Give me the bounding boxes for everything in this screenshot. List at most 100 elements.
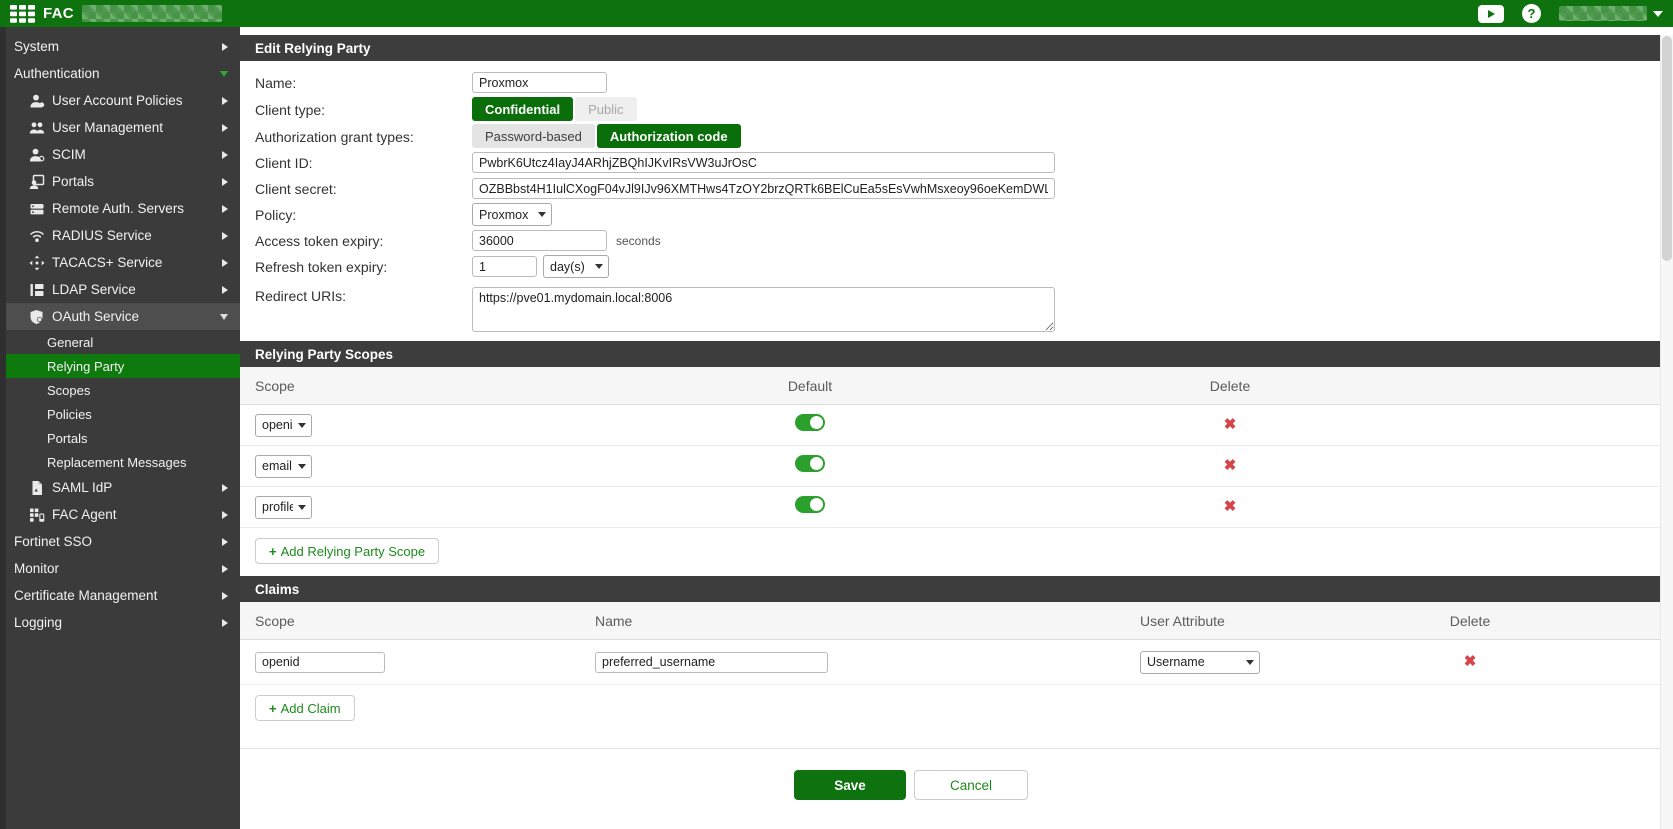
sidebar-item-system[interactable]: System xyxy=(6,33,240,60)
redacted-hostname xyxy=(82,5,222,22)
name-label: Name: xyxy=(255,74,472,91)
youtube-icon[interactable] xyxy=(1478,5,1504,23)
delete-icon[interactable]: ✖ xyxy=(1224,416,1237,433)
fac-agent-icon xyxy=(28,507,45,523)
sidebar-item-radius-service[interactable]: RADIUS Service xyxy=(6,222,240,249)
scopes-col-default: Default xyxy=(700,378,920,394)
claim-user-attribute-select[interactable]: Username xyxy=(1140,651,1260,674)
chevron-right-icon xyxy=(222,592,228,600)
app-header: FAC ? xyxy=(0,0,1673,27)
sidebar-item-oauth-replacement-messages[interactable]: Replacement Messages xyxy=(6,450,240,474)
sidebar-item-fortinet-sso[interactable]: Fortinet SSO xyxy=(6,528,240,555)
scope-select[interactable]: email xyxy=(255,455,312,478)
sidebar-item-fac-agent[interactable]: FAC Agent xyxy=(6,501,240,528)
radius-wifi-icon xyxy=(28,228,45,244)
redacted-username xyxy=(1559,6,1647,21)
relying-party-form: Name: Client type: Confidential Public A… xyxy=(240,61,1660,341)
client-secret-label: Client secret: xyxy=(255,180,472,197)
redirect-uris-textarea[interactable]: https://pve01.mydomain.local:8006 xyxy=(472,287,1055,332)
chevron-right-icon xyxy=(222,565,228,573)
chevron-right-icon xyxy=(222,205,228,213)
plus-icon: + xyxy=(269,544,277,559)
sidebar-item-oauth-scopes[interactable]: Scopes xyxy=(6,378,240,402)
claims-table-header: Scope Name User Attribute Delete xyxy=(240,602,1660,640)
scope-row: profile ✖ xyxy=(240,487,1660,528)
cancel-button[interactable]: Cancel xyxy=(914,770,1028,800)
sidebar-item-oauth-relying-party[interactable]: Relying Party xyxy=(6,354,240,378)
sidebar-item-remote-auth-servers[interactable]: Remote Auth. Servers xyxy=(6,195,240,222)
chevron-down-icon xyxy=(220,71,228,77)
scope-select[interactable]: profile xyxy=(255,496,312,519)
claims-col-name: Name xyxy=(575,613,1120,629)
delete-icon[interactable]: ✖ xyxy=(1224,457,1237,474)
sidebar-item-saml-idp[interactable]: SAML IdP xyxy=(6,474,240,501)
claim-name-input[interactable] xyxy=(595,652,828,673)
sidebar-item-user-account-policies[interactable]: User Account Policies xyxy=(6,87,240,114)
sidebar-item-user-management[interactable]: User Management xyxy=(6,114,240,141)
main-content: Edit Relying Party Name: Client type: Co… xyxy=(240,27,1673,829)
chevron-right-icon xyxy=(222,619,228,627)
page-title: Edit Relying Party xyxy=(240,35,1660,61)
sidebar-item-certificate-management[interactable]: Certificate Management xyxy=(6,582,240,609)
policy-select[interactable]: Proxmox xyxy=(472,203,552,226)
client-type-confidential-button[interactable]: Confidential xyxy=(472,97,573,121)
scopes-table-header: Scope Default Delete xyxy=(240,367,1660,405)
sidebar-item-portals-auth[interactable]: Portals xyxy=(6,168,240,195)
claim-row: Username ✖ xyxy=(240,640,1660,685)
tacacs-icon xyxy=(28,255,45,271)
claims-col-scope: Scope xyxy=(240,613,575,629)
default-toggle[interactable] xyxy=(795,496,825,513)
user-menu[interactable] xyxy=(1559,6,1663,21)
sidebar-item-oauth-general[interactable]: General xyxy=(6,330,240,354)
refresh-token-unit-select[interactable]: day(s) xyxy=(543,255,609,278)
footer-divider xyxy=(240,748,1660,749)
client-type-public-button[interactable]: Public xyxy=(575,97,636,121)
refresh-token-expiry-input[interactable] xyxy=(472,256,537,277)
claim-scope-input[interactable] xyxy=(255,652,385,673)
sidebar-item-oauth-service[interactable]: OAuth Service xyxy=(6,303,240,330)
default-toggle[interactable] xyxy=(795,455,825,472)
plus-icon: + xyxy=(269,701,277,716)
sidebar-item-tacacs-service[interactable]: TACACS+ Service xyxy=(6,249,240,276)
sidebar-item-oauth-portals[interactable]: Portals xyxy=(6,426,240,450)
sidebar-item-logging[interactable]: Logging xyxy=(6,609,240,636)
claims-section-title: Claims xyxy=(240,576,1660,602)
chevron-right-icon xyxy=(222,151,228,159)
save-button[interactable]: Save xyxy=(794,770,906,800)
server-icon xyxy=(28,201,45,217)
grant-password-based-button[interactable]: Password-based xyxy=(472,124,595,148)
add-relying-party-scope-button[interactable]: +Add Relying Party Scope xyxy=(255,538,439,564)
grant-authorization-code-button[interactable]: Authorization code xyxy=(597,124,741,148)
refresh-token-expiry-label: Refresh token expiry: xyxy=(255,258,472,275)
sidebar-item-oauth-policies[interactable]: Policies xyxy=(6,402,240,426)
add-claim-button[interactable]: +Add Claim xyxy=(255,695,355,721)
name-input[interactable] xyxy=(472,72,607,93)
claims-col-delete: Delete xyxy=(1430,613,1510,629)
default-toggle[interactable] xyxy=(795,414,825,431)
chevron-down-icon xyxy=(220,314,228,320)
sidebar-item-monitor[interactable]: Monitor xyxy=(6,555,240,582)
sidebar-item-ldap-service[interactable]: LDAP Service xyxy=(6,276,240,303)
sidebar-item-scim[interactable]: SCIM xyxy=(6,141,240,168)
scrollbar[interactable] xyxy=(1660,35,1673,829)
scope-row: openid ✖ xyxy=(240,405,1660,446)
delete-icon[interactable]: ✖ xyxy=(1464,653,1477,670)
chevron-down-icon xyxy=(1653,11,1663,17)
fortinet-logo-icon xyxy=(10,5,35,23)
help-icon[interactable]: ? xyxy=(1522,4,1541,23)
client-id-label: Client ID: xyxy=(255,154,472,171)
delete-icon[interactable]: ✖ xyxy=(1224,498,1237,515)
sidebar-item-authentication[interactable]: Authentication xyxy=(6,60,240,87)
saml-document-icon xyxy=(28,480,45,496)
client-type-toggle-group: Confidential Public xyxy=(472,97,637,121)
client-secret-input[interactable] xyxy=(472,178,1055,199)
access-token-expiry-input[interactable] xyxy=(472,230,607,251)
chevron-right-icon xyxy=(222,259,228,267)
scrollbar-thumb[interactable] xyxy=(1662,36,1672,261)
scope-select[interactable]: openid xyxy=(255,414,312,437)
chevron-right-icon xyxy=(222,97,228,105)
grant-types-label: Authorization grant types: xyxy=(255,128,472,145)
client-id-input[interactable] xyxy=(472,152,1055,173)
scopes-section-title: Relying Party Scopes xyxy=(240,341,1660,367)
portal-icon xyxy=(28,174,45,190)
